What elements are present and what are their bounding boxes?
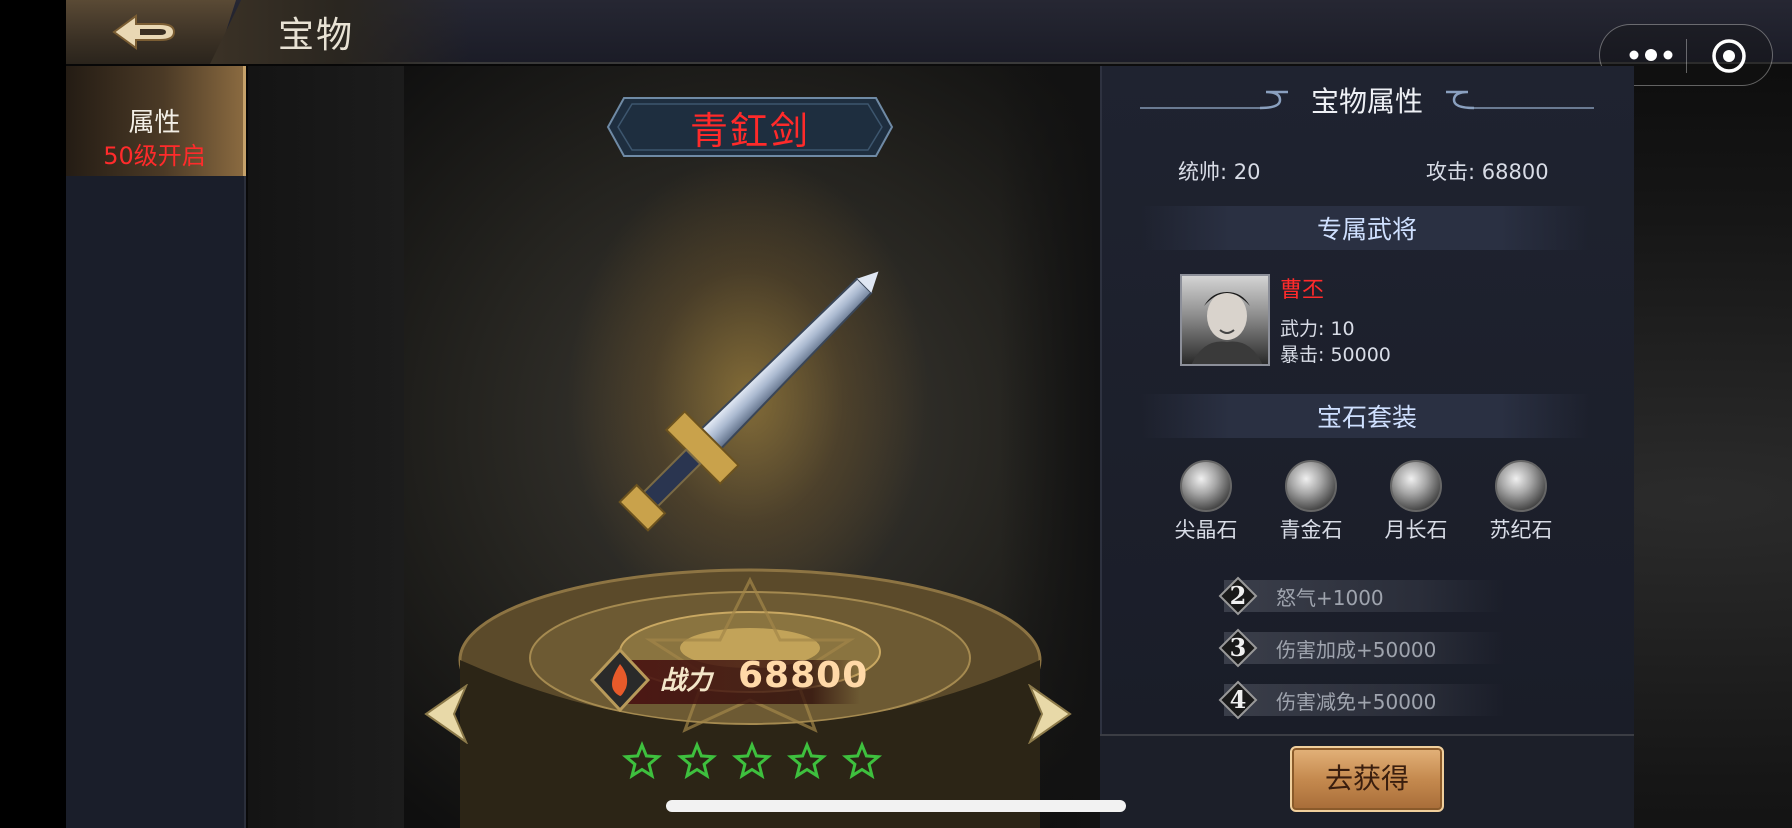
tab-attributes[interactable]: 属性 50级开启 [66,66,246,176]
gem-label-3: 月长石 [1384,518,1448,542]
close-miniprogram-icon[interactable] [1710,37,1748,75]
set-bonus-text: 伤害减免+50000 [1276,690,1437,714]
svg-text:4: 4 [1230,685,1247,714]
combat-power-value: 68800 [738,655,869,696]
hero-stat-force-label: 武力: [1280,318,1325,340]
star-icon [841,740,883,780]
more-icon[interactable] [1628,47,1674,63]
hero-stat-crit-label: 暴击: [1280,344,1325,366]
device-bezel [0,0,66,828]
set-count-badge-icon: 3 [1218,628,1258,668]
panel-title: 宝物属性 [1310,85,1423,118]
star-icon [731,740,773,780]
star-icon [676,740,718,780]
gem-moonstone-icon[interactable] [1390,460,1442,512]
back-arrow-icon [112,14,176,50]
stat-attack-label: 攻击: [1426,160,1476,184]
star-icon [786,740,828,780]
set-bonus-text: 怒气+1000 [1276,586,1384,610]
combat-power-label: 战力 [660,666,713,696]
treasure-name: 青釭剑 [689,109,810,153]
sidebar [66,66,246,828]
page-title: 宝物 [278,15,355,56]
hero-portrait[interactable] [1180,274,1270,366]
tab-attributes-label: 属性 [128,108,181,138]
gem-lapis-icon[interactable] [1285,460,1337,512]
star-rating [621,740,883,780]
svg-text:2: 2 [1230,581,1247,610]
next-treasure-button[interactable] [1026,684,1074,744]
hero-name: 曹丕 [1280,278,1325,303]
svg-text:3: 3 [1230,633,1247,662]
hero-stat-force-value: 10 [1330,318,1355,340]
capsule-divider [1686,39,1687,73]
set-bonus-text: 伤害加成+50000 [1276,638,1437,662]
gem-sujiite-icon[interactable] [1495,460,1547,512]
back-button[interactable] [66,0,236,64]
section-gem-set: 宝石套装 [1316,403,1417,432]
game-screen: 宝物 属性 50级开启 青釭剑 战力 68800 宝物属性 统帅: 20 攻击:… [0,0,1792,828]
gem-label-1: 尖晶石 [1174,518,1238,542]
stat-command-value: 20 [1233,160,1261,184]
stat-command: 统帅: 20 [1178,156,1261,186]
stat-attack-value: 68800 [1481,160,1549,184]
scene-left-shadow [248,66,404,828]
prev-treasure-button[interactable] [422,684,470,744]
gem-spinel-icon[interactable] [1180,460,1232,512]
set-count-badge-icon: 2 [1218,576,1258,616]
home-indicator[interactable] [666,800,1126,812]
tab-unlock-hint: 50级开启 [103,142,206,170]
get-button-label: 去获得 [1324,762,1409,795]
stat-attack: 攻击: 68800 [1426,156,1549,186]
section-exclusive-hero: 专属武将 [1316,215,1417,244]
star-icon [621,740,663,780]
set-count-badge-icon: 4 [1218,680,1258,720]
hero-stat-crit: 暴击: 50000 [1280,340,1391,367]
gem-label-4: 苏纪石 [1489,518,1553,542]
sword-image [618,271,879,532]
hero-avatar-icon [1191,292,1263,364]
hero-stat-force: 武力: 10 [1280,314,1355,341]
gem-label-2: 青金石 [1279,518,1343,542]
hero-stat-crit-value: 50000 [1330,344,1391,366]
stat-command-label: 统帅: [1178,160,1228,184]
